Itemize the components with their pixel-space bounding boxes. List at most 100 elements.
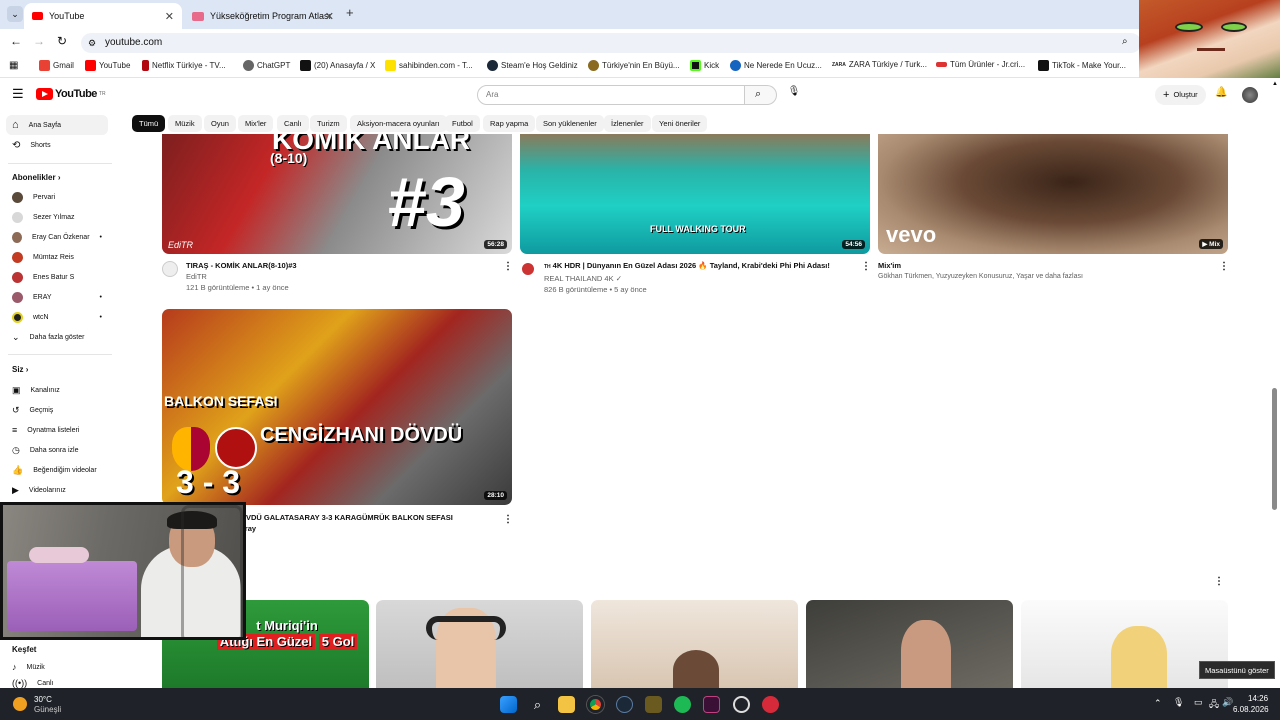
- chip-mixes[interactable]: Mix'ler: [238, 115, 274, 132]
- back-icon[interactable]: ←: [10, 34, 22, 48]
- app-icon[interactable]: [733, 696, 750, 713]
- more-options-icon[interactable]: ⋮: [503, 261, 513, 272]
- chip-watched[interactable]: İzlenenler: [604, 115, 651, 132]
- bookmark-gmail[interactable]: Gmail: [39, 60, 74, 71]
- subscriptions-heading[interactable]: Abonelikler ›: [12, 173, 60, 182]
- scrollbar-thumb[interactable]: [1272, 388, 1277, 510]
- weather-temp[interactable]: 30°C: [34, 695, 52, 704]
- subscription-item[interactable]: Enes Batur S: [6, 267, 108, 287]
- sidebar-item-watch-later[interactable]: ◷ Daha sonra izle: [6, 440, 108, 460]
- sidebar-item-your-channel[interactable]: ▣ Kanalınız: [6, 380, 108, 400]
- video-thumbnail[interactable]: vevo ▶ Mix: [878, 134, 1228, 254]
- bookmark-tiktok[interactable]: TikTok - Make Your...: [1038, 60, 1126, 71]
- you-heading[interactable]: Siz ›: [12, 365, 28, 374]
- tab-search-icon[interactable]: ⌄: [7, 6, 23, 22]
- chip-football[interactable]: Futbol: [445, 115, 480, 132]
- search-input[interactable]: Ara: [477, 85, 745, 105]
- video-title[interactable]: Mix'im: [878, 260, 1208, 271]
- sidebar-item-playlists[interactable]: ≡ Oynatma listeleri: [6, 420, 108, 440]
- sidebar-item-history[interactable]: ↺ Geçmiş: [6, 400, 108, 420]
- notifications-bell-icon[interactable]: 🔔: [1215, 87, 1227, 98]
- channel-avatar[interactable]: [520, 261, 536, 277]
- bookmark-netflix[interactable]: Netflix Türkiye - TV...: [142, 60, 226, 71]
- editor-icon[interactable]: [703, 696, 720, 713]
- network-icon[interactable]: 🖧: [1209, 697, 1219, 713]
- weather-desc[interactable]: Güneşli: [34, 705, 61, 714]
- apps-grid-icon[interactable]: ▦: [9, 60, 18, 71]
- menu-icon[interactable]: ☰: [12, 86, 24, 102]
- clock-date[interactable]: 6.08.2026: [1233, 705, 1269, 714]
- show-more-button[interactable]: ⌄ Daha fazla göster: [6, 327, 108, 347]
- app-icon[interactable]: [645, 696, 662, 713]
- chip-live[interactable]: Canlı: [277, 115, 309, 132]
- account-avatar[interactable]: [1242, 87, 1258, 103]
- weather-sun-icon[interactable]: [13, 697, 27, 711]
- search-button[interactable]: ⌕: [745, 85, 777, 105]
- bookmark-sahibinden[interactable]: sahibinden.com - T...: [385, 60, 473, 71]
- subscription-item[interactable]: Eray Can Özkenar •: [6, 227, 108, 247]
- short-thumbnail[interactable]: [806, 600, 1013, 688]
- chrome-icon[interactable]: [587, 696, 604, 713]
- bookmark-zara[interactable]: ZARA ZARA Türkiye / Turk...: [832, 60, 927, 69]
- tab-youtube[interactable]: YouTube ✕: [24, 3, 182, 29]
- steam-icon[interactable]: [616, 696, 633, 713]
- clock-time[interactable]: 14:26: [1248, 694, 1268, 703]
- sidebar-item-home[interactable]: ⌂ Ana Sayfa: [6, 115, 108, 135]
- video-thumbnail[interactable]: BALKON SEFASI CENGİZHANI DÖVDÜ 3 - 3 28:…: [162, 309, 512, 505]
- bookmark-chatgpt[interactable]: ChatGPT: [243, 60, 290, 71]
- short-thumbnail[interactable]: [376, 600, 583, 688]
- video-thumbnail[interactable]: FULL WALKING TOUR 54:56: [520, 134, 870, 254]
- video-thumbnail[interactable]: KOMİK ANLAR (8-10) #3 EdiTR 56:28: [162, 134, 512, 254]
- more-options-icon[interactable]: ⋮: [503, 514, 513, 525]
- channel-row[interactable]: REAL THAILAND 4K ✓: [544, 273, 854, 284]
- chip-recently-uploaded[interactable]: Son yüklenenler: [536, 115, 604, 132]
- bookmark-steam[interactable]: Steam'e Hoş Geldiniz: [487, 60, 578, 71]
- short-thumbnail[interactable]: [1021, 600, 1228, 688]
- spotify-icon[interactable]: [674, 696, 691, 713]
- chip-music[interactable]: Müzik: [168, 115, 202, 132]
- search-icon[interactable]: ⌕: [529, 696, 546, 713]
- microphone-icon[interactable]: 🎙: [1173, 697, 1184, 708]
- bookmark-x[interactable]: (20) Anasayfa / X: [300, 60, 375, 71]
- chevron-up-icon[interactable]: ⌃: [1154, 698, 1162, 709]
- forward-icon[interactable]: →: [33, 34, 45, 48]
- video-title-row[interactable]: TH 4K HDR | Dünyanın En Güzel Adası 2026 …: [544, 260, 854, 273]
- tab-yok-atlas[interactable]: Yükseköğretim Program Atlası ✕: [184, 3, 342, 29]
- bookmark-nenerede[interactable]: Ne Nerede En Ucuz...: [730, 60, 822, 71]
- address-bar[interactable]: ⚙ youtube.com: [81, 33, 1141, 53]
- volume-icon[interactable]: 🔊: [1222, 697, 1233, 708]
- chip-new-to-you[interactable]: Yeni öneriler: [652, 115, 708, 132]
- channel-name[interactable]: EdiTR: [186, 271, 496, 282]
- more-options-icon[interactable]: ⋮: [861, 261, 871, 272]
- bookmark-youtube[interactable]: YouTube: [85, 60, 130, 71]
- subscription-item[interactable]: ERAY •: [6, 287, 108, 307]
- channel-avatar[interactable]: [162, 261, 178, 277]
- chip-gaming[interactable]: Oyun: [204, 115, 236, 132]
- sidebar-item-liked-videos[interactable]: 👍 Beğendiğim videolar: [6, 460, 108, 480]
- scrollbar-track[interactable]: ▲: [1270, 81, 1280, 688]
- bookmark-jrcri[interactable]: Tüm Ürünler - Jr.cri...: [936, 60, 1025, 69]
- chip-all[interactable]: Tümü: [132, 115, 166, 132]
- mix-artists[interactable]: Gökhan Türkmen, Yuzyuzeyken Konusuruz, Y…: [878, 271, 1208, 282]
- short-thumbnail[interactable]: [591, 600, 798, 688]
- bookmark-kick[interactable]: Kick: [690, 60, 719, 71]
- chip-action-adventure[interactable]: Aksiyon-macera oyunları: [350, 115, 447, 132]
- new-tab-button[interactable]: +: [346, 5, 354, 20]
- microphone-icon[interactable]: 🎙: [787, 86, 801, 100]
- app-icon[interactable]: [762, 696, 779, 713]
- display-icon[interactable]: ▭: [1194, 697, 1203, 708]
- chip-tourism[interactable]: Turizm: [310, 115, 347, 132]
- sidebar-item-shorts[interactable]: ⟲ Shorts: [6, 135, 108, 155]
- more-options-icon[interactable]: ⋮: [1219, 261, 1229, 272]
- close-tab-icon[interactable]: ✕: [165, 10, 174, 23]
- create-button[interactable]: + Oluştur: [1155, 85, 1206, 105]
- reload-icon[interactable]: ↻: [57, 34, 67, 48]
- start-icon[interactable]: [500, 696, 517, 713]
- scroll-up-icon[interactable]: ▲: [1272, 81, 1278, 87]
- subscription-item[interactable]: Pervari: [6, 187, 108, 207]
- subscription-item[interactable]: Sezer Yılmaz: [6, 207, 108, 227]
- zoom-icon[interactable]: ⌕: [1122, 36, 1128, 47]
- chip-rap[interactable]: Rap yapma: [483, 115, 536, 132]
- section-more-options-icon[interactable]: ⋮: [1214, 576, 1224, 587]
- sidebar-item-music[interactable]: ♪ Müzik: [6, 657, 108, 677]
